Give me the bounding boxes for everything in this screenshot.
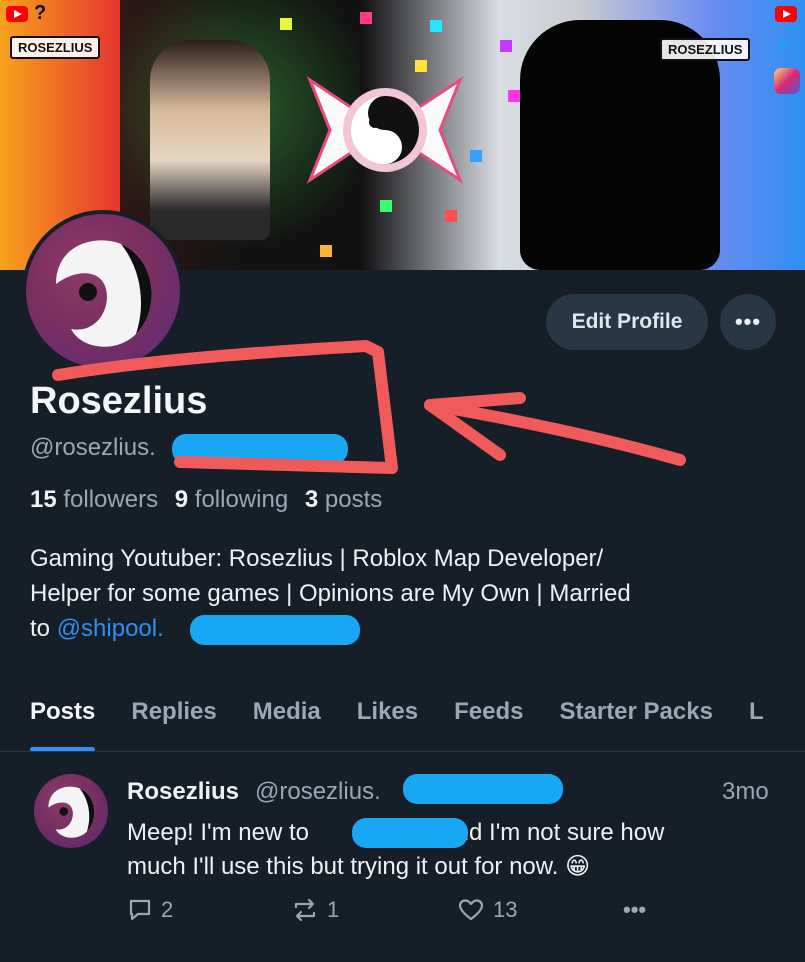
reply-icon bbox=[129, 899, 151, 921]
tab-replies[interactable]: Replies bbox=[113, 690, 234, 752]
following-label[interactable]: following bbox=[195, 486, 288, 513]
tab-lists[interactable]: L bbox=[731, 690, 782, 752]
redaction-mark bbox=[352, 818, 468, 848]
edit-profile-button[interactable]: Edit Profile bbox=[546, 294, 708, 350]
youtube-icon bbox=[775, 6, 797, 22]
feed-post[interactable]: Rosezlius @rosezlius. 3mo Meep! I'm new … bbox=[0, 752, 805, 962]
bio-line: to @shipool. bbox=[30, 611, 780, 646]
like-count: 13 bbox=[493, 897, 518, 922]
redaction-mark bbox=[172, 434, 348, 464]
profile-stats: 15 followers 9 following 3 posts bbox=[30, 486, 382, 514]
banner-avatar-figure bbox=[150, 40, 270, 240]
help-icon: ? bbox=[34, 2, 47, 24]
reply-button[interactable]: 2 bbox=[127, 897, 173, 923]
heart-icon bbox=[458, 899, 484, 921]
post-timestamp[interactable]: 3mo bbox=[722, 778, 769, 806]
tab-likes[interactable]: Likes bbox=[339, 690, 436, 752]
instagram-icon bbox=[774, 68, 800, 94]
post-author-handle[interactable]: @rosezlius. bbox=[255, 778, 381, 806]
repost-icon bbox=[294, 898, 316, 922]
tab-posts[interactable]: Posts bbox=[0, 690, 113, 752]
confetti bbox=[280, 18, 292, 30]
confetti bbox=[500, 40, 512, 52]
more-options-button[interactable]: ••• bbox=[720, 294, 776, 350]
twitter-icon: ✦ bbox=[774, 34, 793, 59]
confetti bbox=[380, 200, 392, 212]
redaction-mark bbox=[403, 774, 563, 804]
tab-starter-packs[interactable]: Starter Packs bbox=[542, 690, 731, 752]
posts-count: 3 bbox=[304, 486, 319, 513]
like-button[interactable]: 13 bbox=[457, 897, 517, 923]
post-text-line: much I'll use this but trying it out for… bbox=[127, 853, 591, 880]
youtube-icon bbox=[6, 6, 28, 22]
repost-count: 1 bbox=[327, 897, 340, 922]
repost-button[interactable]: 1 bbox=[291, 897, 339, 923]
bio-mention-link[interactable]: @shipool. bbox=[57, 615, 164, 642]
tab-feeds[interactable]: Feeds bbox=[436, 690, 541, 752]
post-actions: 2 1 13 ••• bbox=[127, 897, 687, 931]
post-author-name[interactable]: Rosezlius bbox=[127, 778, 239, 806]
avatar-art bbox=[48, 786, 95, 838]
profile-display-name: Rosezlius bbox=[30, 380, 208, 422]
post-author-avatar[interactable] bbox=[34, 774, 108, 848]
confetti bbox=[360, 12, 372, 24]
following-count[interactable]: 9 bbox=[175, 486, 188, 513]
bio-prefix: to bbox=[30, 615, 57, 642]
confetti bbox=[430, 20, 442, 32]
profile-handle: @rosezlius. bbox=[30, 434, 156, 461]
confetti bbox=[445, 210, 457, 222]
posts-label: posts bbox=[324, 486, 383, 513]
followers-label[interactable]: followers bbox=[63, 486, 158, 513]
bio-line: Helper for some games | Opinions are My … bbox=[30, 580, 631, 607]
followers-count[interactable]: 15 bbox=[30, 486, 57, 513]
banner-emblem bbox=[306, 76, 464, 184]
post-text-part: Meep! I'm new to bbox=[127, 819, 309, 846]
confetti bbox=[508, 90, 520, 102]
redaction-mark bbox=[190, 615, 360, 645]
confetti bbox=[320, 245, 332, 257]
confetti bbox=[415, 60, 427, 72]
profile-tabs: Posts Replies Media Likes Feeds Starter … bbox=[0, 690, 805, 752]
profile-bio: Gaming Youtuber: Rosezlius | Roblox Map … bbox=[30, 541, 780, 646]
post-more-button[interactable]: ••• bbox=[623, 897, 646, 923]
profile-avatar[interactable] bbox=[22, 210, 184, 372]
avatar-art bbox=[56, 240, 152, 347]
confetti bbox=[470, 150, 482, 162]
bio-line: Gaming Youtuber: Rosezlius | Roblox Map … bbox=[30, 545, 604, 572]
banner-logo-left: ROSEZLIUS bbox=[10, 36, 101, 59]
tab-media[interactable]: Media bbox=[235, 690, 339, 752]
banner-logo-right: ROSEZLIUS bbox=[660, 38, 751, 61]
reply-count: 2 bbox=[161, 897, 174, 922]
